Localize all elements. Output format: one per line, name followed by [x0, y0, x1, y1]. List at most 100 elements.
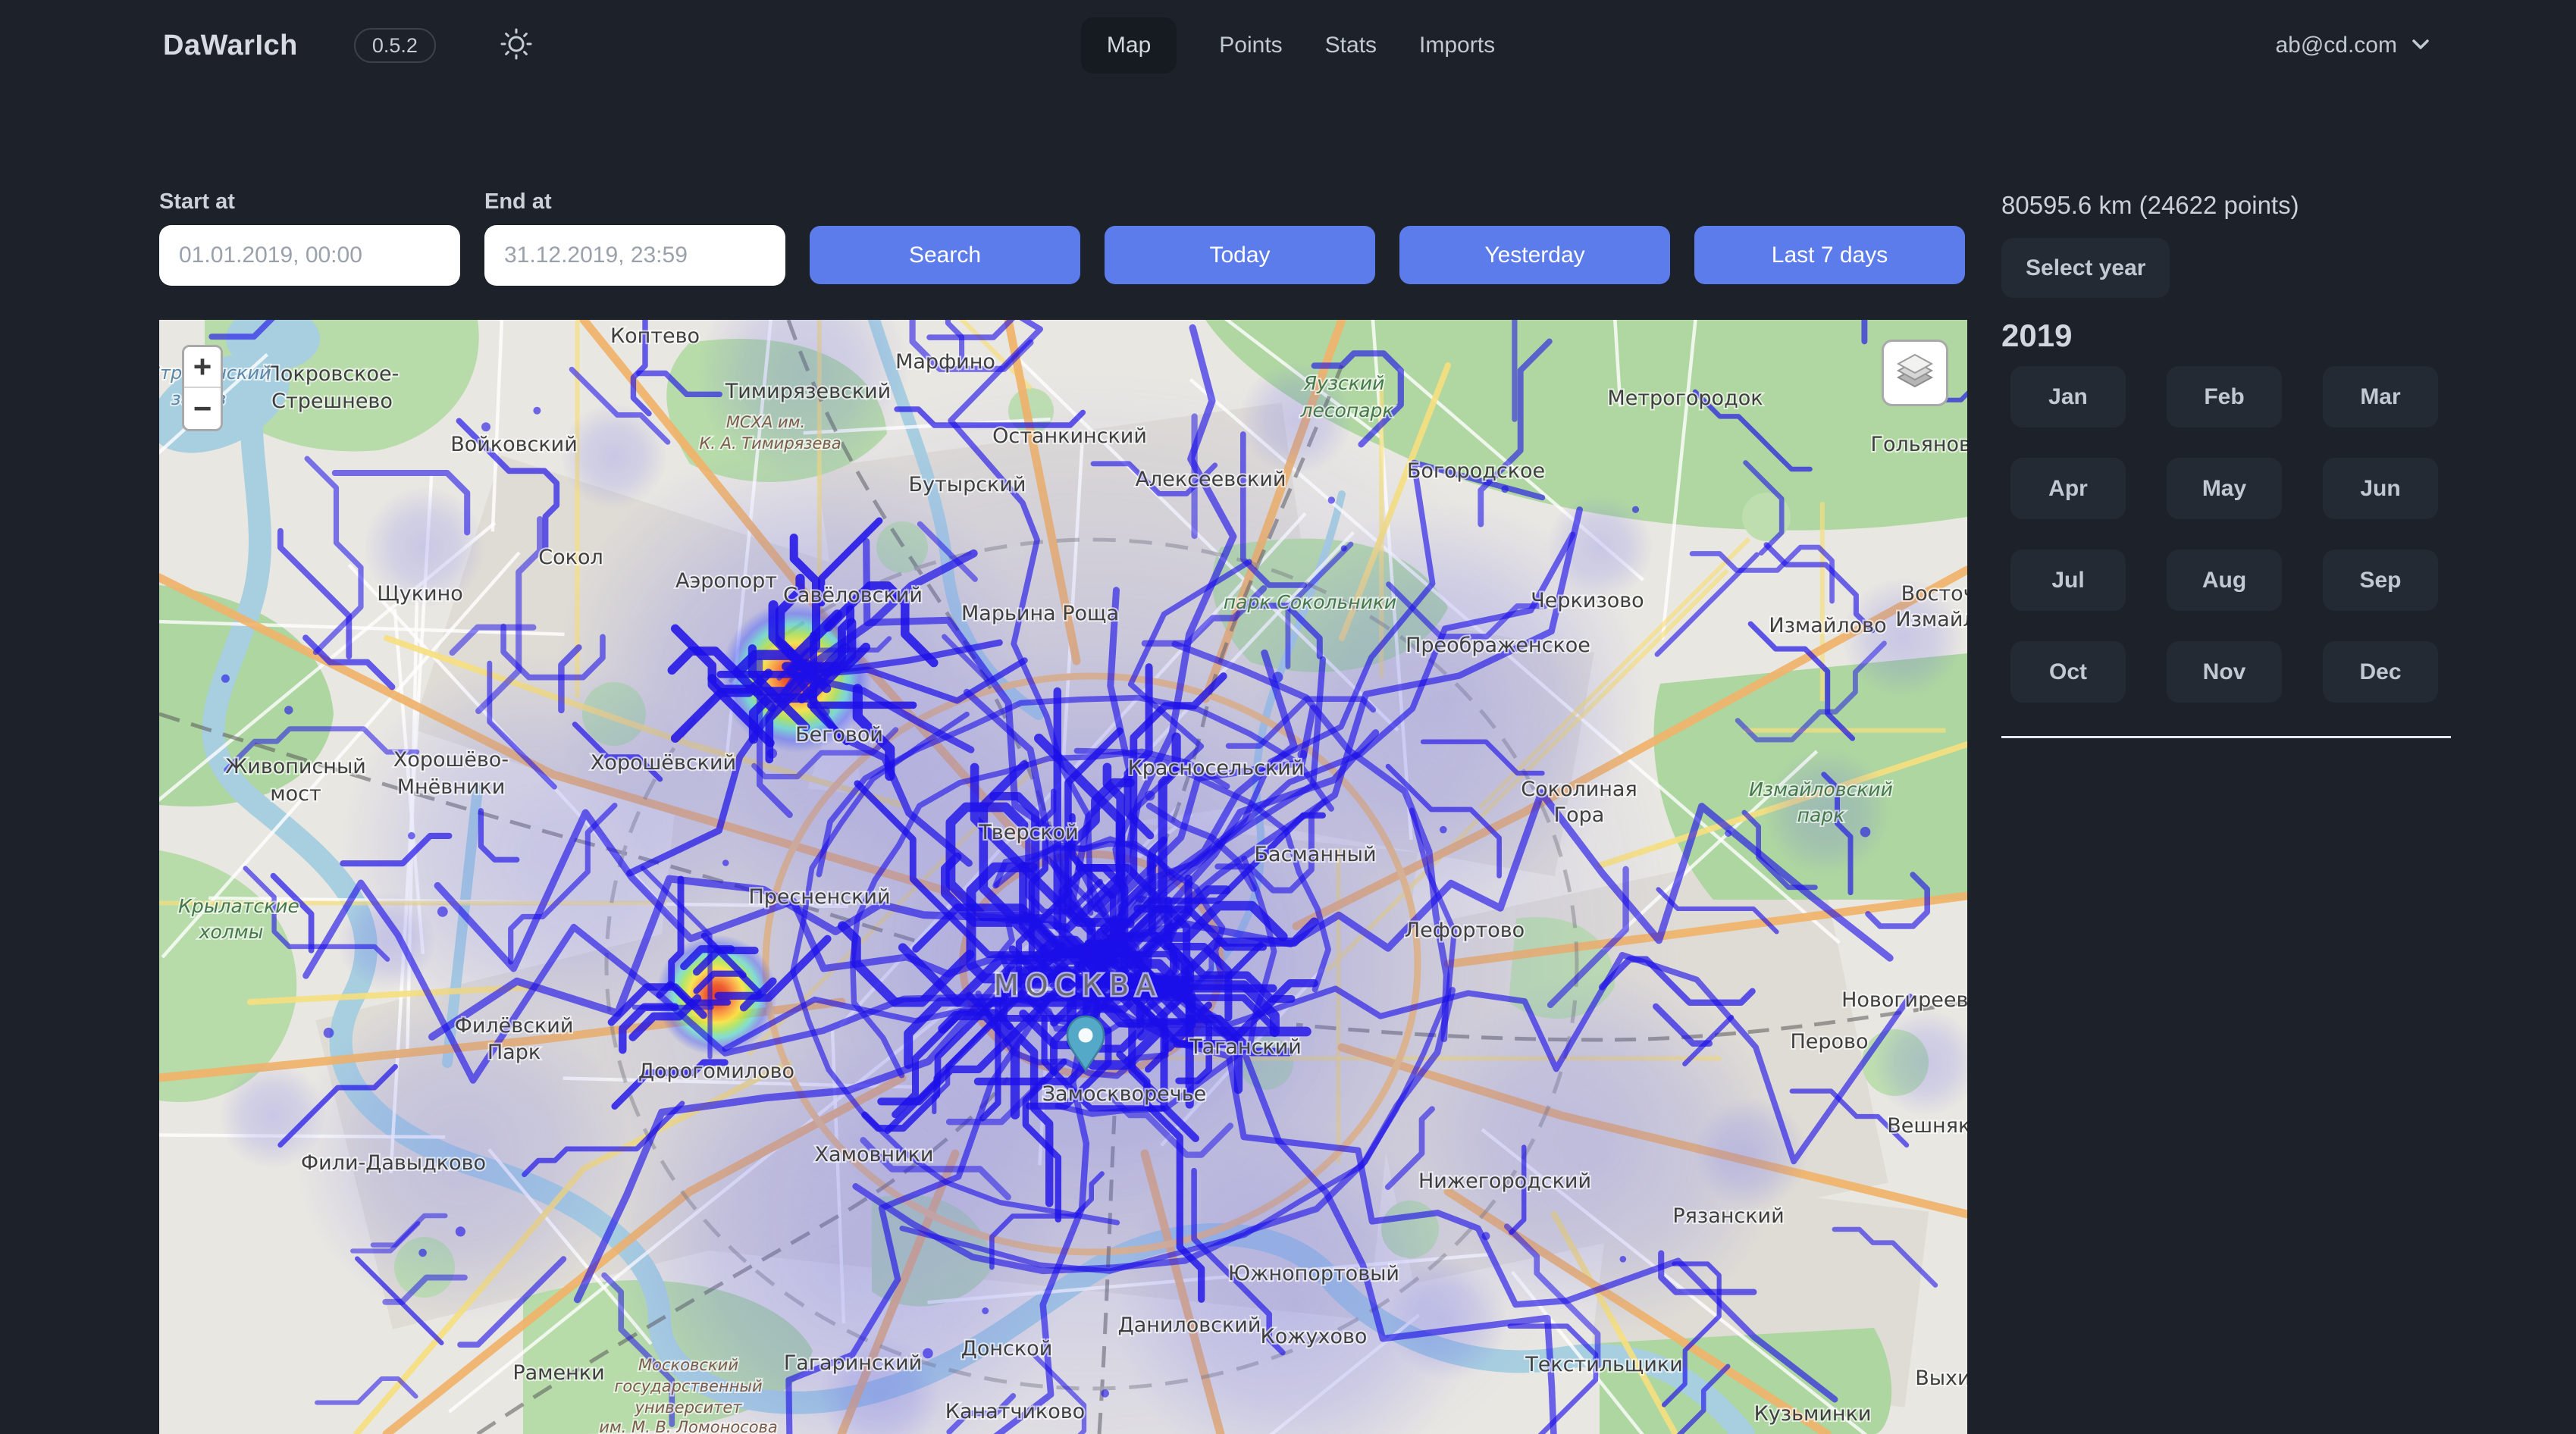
- map-label: Кузьминки: [1754, 1402, 1872, 1426]
- map-label: Лефортово: [1405, 919, 1525, 942]
- version-badge: 0.5.2: [354, 28, 436, 63]
- sun-icon: [499, 27, 534, 65]
- start-at-field: Start at: [159, 189, 460, 286]
- map-label: Живописный: [225, 755, 366, 778]
- map-label: им. М. В. Ломоносова: [599, 1418, 778, 1434]
- map-label: Соколиная: [1521, 778, 1637, 801]
- map-label: Тимирязевский: [725, 380, 891, 403]
- map-label: Измайлово: [1769, 614, 1886, 637]
- map-label: Таганский: [1189, 1035, 1302, 1059]
- map-label: Раменки: [512, 1361, 604, 1385]
- nav-tab-points[interactable]: Points: [1219, 17, 1282, 74]
- map-label: Канатчиково: [945, 1400, 1085, 1423]
- map-label: Метрогородок: [1607, 387, 1763, 410]
- map-label: Крылатские: [178, 895, 299, 917]
- zoom-out-button[interactable]: −: [184, 388, 221, 429]
- layers-control[interactable]: [1882, 340, 1948, 406]
- map-label: Щукино: [377, 582, 463, 606]
- month-button-jan[interactable]: Jan: [2010, 366, 2126, 427]
- map-label: Басманный: [1255, 843, 1377, 866]
- map-label: Мнёвники: [397, 775, 506, 799]
- map-label: Войковский: [450, 433, 578, 456]
- map-label: Измайловский: [1749, 778, 1893, 800]
- start-at-input[interactable]: [159, 225, 460, 286]
- select-year-button[interactable]: Select year: [2001, 238, 2170, 298]
- layers-icon: [1892, 349, 1938, 398]
- filter-bar: Start at End at Search Today Yesterday L…: [159, 189, 1965, 286]
- nav-tab-imports[interactable]: Imports: [1419, 17, 1495, 74]
- map-label: Останкинский: [992, 424, 1147, 448]
- map-label: Аэропорт: [675, 569, 777, 593]
- zoom-control: + −: [182, 345, 223, 431]
- map-label: Гагаринский: [784, 1351, 922, 1375]
- map-label: Хамовники: [815, 1143, 934, 1166]
- map-label: МОСКВА: [994, 969, 1162, 1002]
- app-logo[interactable]: DaWarIch: [163, 30, 298, 62]
- map-label: Фили-Давыдково: [301, 1151, 486, 1175]
- map-label: Сокол: [538, 546, 603, 569]
- map-label: Бутырский: [909, 473, 1026, 496]
- map-label: Коптево: [610, 324, 700, 348]
- map-label: Марфино: [895, 350, 995, 374]
- map-label: Нижегородский: [1418, 1169, 1591, 1193]
- map-label: Покровское-: [265, 362, 400, 386]
- map-label: холмы: [199, 921, 264, 943]
- map-label: государственный: [614, 1377, 762, 1395]
- map-label: Южнопортовый: [1228, 1262, 1399, 1285]
- map-label: Гольяново: [1870, 433, 1967, 456]
- distance-stats: 80595.6 km (24622 points): [2001, 191, 2451, 220]
- month-button-apr[interactable]: Apr: [2010, 458, 2126, 519]
- map-label: парк Сокольники: [1224, 591, 1396, 613]
- map-label: Хорошёвский: [591, 751, 736, 775]
- month-button-aug[interactable]: Aug: [2167, 549, 2282, 611]
- map-canvas: Покровское- Стрешнево Коптево Тимирязевский…: [159, 320, 1967, 1434]
- map[interactable]: Покровское- Стрешнево Коптево Тимирязевский…: [159, 320, 1967, 1434]
- map-label: Замоскворечье: [1042, 1082, 1207, 1106]
- map-label: Перово: [1790, 1030, 1868, 1054]
- month-button-feb[interactable]: Feb: [2167, 366, 2282, 427]
- month-button-jun[interactable]: Jun: [2323, 458, 2438, 519]
- map-label: мост: [270, 782, 321, 806]
- map-label: Дорогомилово: [638, 1060, 794, 1083]
- map-label: Савёловский: [783, 584, 923, 607]
- map-label: Пресненский: [748, 885, 890, 909]
- sidebar-divider: [2001, 736, 2451, 738]
- month-button-jul[interactable]: Jul: [2010, 549, 2126, 611]
- map-label: Красносельский: [1128, 756, 1305, 780]
- month-grid: Jan Feb Mar Apr May Jun Jul Aug Sep Oct …: [2010, 366, 2451, 703]
- map-label: университет: [634, 1398, 742, 1417]
- navbar: DaWarIch 0.5.2 Map Points Stats Imports …: [0, 0, 2576, 91]
- nav-tab-stats[interactable]: Stats: [1325, 17, 1377, 74]
- search-button[interactable]: Search: [810, 226, 1080, 284]
- map-label: Донской: [961, 1337, 1053, 1360]
- month-button-dec[interactable]: Dec: [2323, 641, 2438, 703]
- user-menu[interactable]: ab@cd.com: [2275, 0, 2432, 91]
- nav-tab-map[interactable]: Map: [1081, 17, 1177, 74]
- map-label: Выхино: [1915, 1367, 1967, 1390]
- month-button-may[interactable]: May: [2167, 458, 2282, 519]
- brand: DaWarIch 0.5.2: [163, 0, 534, 91]
- map-label: Вешняки: [1887, 1114, 1967, 1138]
- month-button-mar[interactable]: Mar: [2323, 366, 2438, 427]
- map-label: Филёвский: [455, 1014, 574, 1038]
- map-label: Богородское: [1407, 459, 1545, 483]
- month-button-nov[interactable]: Nov: [2167, 641, 2282, 703]
- year-heading: 2019: [2001, 318, 2451, 354]
- map-label: Стрешнево: [271, 390, 393, 413]
- map-label: Кожухово: [1261, 1325, 1368, 1348]
- map-label: К. А. Тимирязева: [699, 434, 841, 452]
- end-at-input[interactable]: [484, 225, 785, 286]
- location-marker[interactable]: [1066, 1015, 1105, 1072]
- map-label: Рязанский: [1672, 1204, 1784, 1228]
- map-label: Марьина Роща: [961, 602, 1119, 625]
- map-label: МСХА им.: [726, 413, 805, 431]
- month-button-sep[interactable]: Sep: [2323, 549, 2438, 611]
- last-7-days-button[interactable]: Last 7 days: [1694, 226, 1965, 284]
- map-label: Московский: [638, 1356, 738, 1374]
- yesterday-button[interactable]: Yesterday: [1399, 226, 1670, 284]
- start-at-label: Start at: [159, 189, 460, 214]
- today-button[interactable]: Today: [1105, 226, 1375, 284]
- zoom-in-button[interactable]: +: [184, 347, 221, 388]
- month-button-oct[interactable]: Oct: [2010, 641, 2126, 703]
- theme-toggle-button[interactable]: [498, 27, 534, 64]
